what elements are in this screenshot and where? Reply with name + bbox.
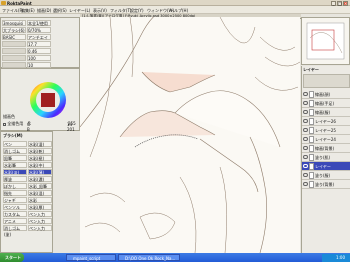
- brush-row[interactable]: カスタム ペン入力: [3, 210, 52, 217]
- menu-draw[interactable]: 描画(D): [37, 8, 51, 14]
- layer-thumb: [309, 136, 314, 143]
- layer-row[interactable]: 線画(服): [302, 108, 350, 117]
- brush-row[interactable]: アニメ ペン入力: [3, 217, 52, 224]
- eye-icon[interactable]: [303, 182, 308, 186]
- color-mode-label: 描画色: [3, 114, 15, 119]
- b-value[interactable]: 201: [67, 127, 75, 132]
- info-row: 10: [2, 61, 51, 68]
- eye-icon[interactable]: [303, 119, 308, 123]
- layer-name: 塗り(背景): [315, 182, 335, 187]
- layer-row[interactable]: 塗り(背景): [302, 180, 350, 189]
- layer-thumb: [309, 163, 314, 170]
- navigator-panel[interactable]: [301, 17, 350, 65]
- layer-row[interactable]: 線画(手足): [302, 99, 350, 108]
- layer-row[interactable]: レイヤー24: [302, 135, 350, 144]
- layer-row[interactable]: 塗り(肌): [302, 153, 350, 162]
- saturation-square[interactable]: [41, 93, 55, 107]
- brush-row[interactable]: ペンソル(作)水彩(厚): [3, 203, 52, 216]
- brush-row[interactable]: 消しゴム 水彩(乾): [3, 147, 52, 154]
- brush-row[interactable]: ペン 水彩(湿): [3, 140, 52, 147]
- brush-row[interactable]: 鉛筆 水彩(極): [3, 154, 52, 161]
- layer-name: 線画(顔): [315, 92, 331, 97]
- layer-name: レイヤー: [315, 164, 331, 169]
- info-row: 17.7: [2, 40, 51, 47]
- layers-header: レイヤー: [303, 67, 319, 72]
- start-button[interactable]: スタート: [0, 253, 24, 262]
- layer-name: レイヤー26: [315, 119, 336, 124]
- checkbox-label: 全描色用: [7, 121, 24, 126]
- brush-row[interactable]: 消しゴム(塗) ペン入力: [3, 224, 52, 237]
- brush-row[interactable]: 指先 水彩(混): [3, 189, 52, 196]
- color-wheel[interactable]: [28, 80, 68, 120]
- layer-options[interactable]: [303, 74, 350, 88]
- brush-name[interactable]: 消しゴム(塗): [3, 225, 27, 237]
- layer-thumb: [309, 118, 314, 125]
- brush-row[interactable]: ジャギ 水彩: [3, 196, 52, 203]
- task-explorer[interactable]: D:\OO One Ok Rock_Na...: [118, 254, 180, 261]
- layer-name: 線画(手足): [315, 101, 335, 106]
- layer-name: 塗り(肌): [315, 155, 331, 160]
- brush-row[interactable]: ぼかし 水彩_鉛筆: [3, 182, 52, 189]
- brush-row[interactable]: 水彩筆 水彩(中): [3, 161, 52, 168]
- eye-icon[interactable]: [303, 137, 308, 141]
- layer-thumb: [309, 181, 314, 188]
- layer-name: レイヤー24: [315, 137, 336, 142]
- layer-row-selected[interactable]: レイヤー: [302, 162, 350, 171]
- info-row: 100: [2, 54, 51, 61]
- layer-row[interactable]: 線画(背景): [302, 144, 350, 153]
- layer-thumb: [309, 127, 314, 134]
- brush-name[interactable]: ペン入力: [28, 225, 52, 231]
- app-icon: [1, 1, 6, 5]
- info-row: BASIC アンチエイリア: [2, 33, 51, 46]
- eye-icon[interactable]: [303, 92, 308, 96]
- layers-panel: レイヤー 線画(顔) 線画(手足) 線画(服) レイヤー26 レイヤー25 レイ…: [301, 66, 350, 253]
- brush-list-header: ブラシ(M): [3, 133, 23, 138]
- layer-thumb: [309, 172, 314, 179]
- drawing-canvas[interactable]: [80, 17, 300, 253]
- layer-row[interactable]: 塗り(服): [302, 171, 350, 180]
- menu-bar: ファイル(F) 編集(E) 描画(D) 選択(S) レイヤー(L) 表示(V) …: [0, 6, 350, 14]
- info-row: 0.46: [2, 47, 51, 54]
- layer-row[interactable]: レイヤー25: [302, 126, 350, 135]
- brush-list-panel: ブラシ(M) ペン 水彩(湿) 消しゴム 水彩(乾) 鉛筆 水彩(極) 水彩筆 水彩(中…: [0, 131, 53, 253]
- eye-icon[interactable]: [303, 155, 308, 159]
- brush-row-selected[interactable]: 水彩(淡) 水彩(薄): [3, 168, 52, 175]
- layer-name: 線画(服): [315, 110, 331, 115]
- eye-icon[interactable]: [303, 101, 308, 105]
- layer-row[interactable]: レイヤー26: [302, 117, 350, 126]
- layer-thumb: [309, 154, 314, 161]
- layer-thumb: [309, 91, 314, 98]
- layer-thumb: [309, 100, 314, 107]
- menu-select[interactable]: 選択(S): [53, 8, 67, 14]
- layer-name: レイヤー25: [315, 128, 336, 133]
- layer-thumb: [309, 109, 314, 116]
- system-clock: 1:00: [322, 254, 350, 262]
- task-mpaint-script[interactable]: mpaint_script: [66, 254, 116, 261]
- brush-info-panel: 3mosquisi 本全1/使用量 大ブラシ(6) 0/70% BASIC アン…: [0, 17, 80, 68]
- layer-thumb: [309, 145, 314, 152]
- artwork: [80, 17, 300, 253]
- eye-icon[interactable]: [303, 173, 308, 177]
- layer-name: 塗り(服): [315, 173, 331, 178]
- eye-icon[interactable]: [303, 128, 308, 132]
- eye-icon[interactable]: [303, 110, 308, 114]
- layer-name: 線画(背景): [315, 146, 335, 151]
- layer-row[interactable]: 線画(顔): [302, 90, 350, 99]
- navigator-thumbnail: [306, 22, 345, 60]
- menu-edit[interactable]: 編集(E): [21, 8, 35, 14]
- info-row: 3mosquisi 本全1/使用量: [2, 19, 51, 32]
- info-row: 大ブラシ(6) 0/70%: [2, 26, 51, 33]
- checkbox-icon[interactable]: [3, 122, 6, 126]
- eye-icon[interactable]: [303, 164, 308, 168]
- all-color-checkbox[interactable]: 全描色用: [3, 121, 23, 127]
- eye-icon[interactable]: [303, 146, 308, 150]
- brush-row[interactable]: 厚塗 水彩(濃): [3, 175, 52, 182]
